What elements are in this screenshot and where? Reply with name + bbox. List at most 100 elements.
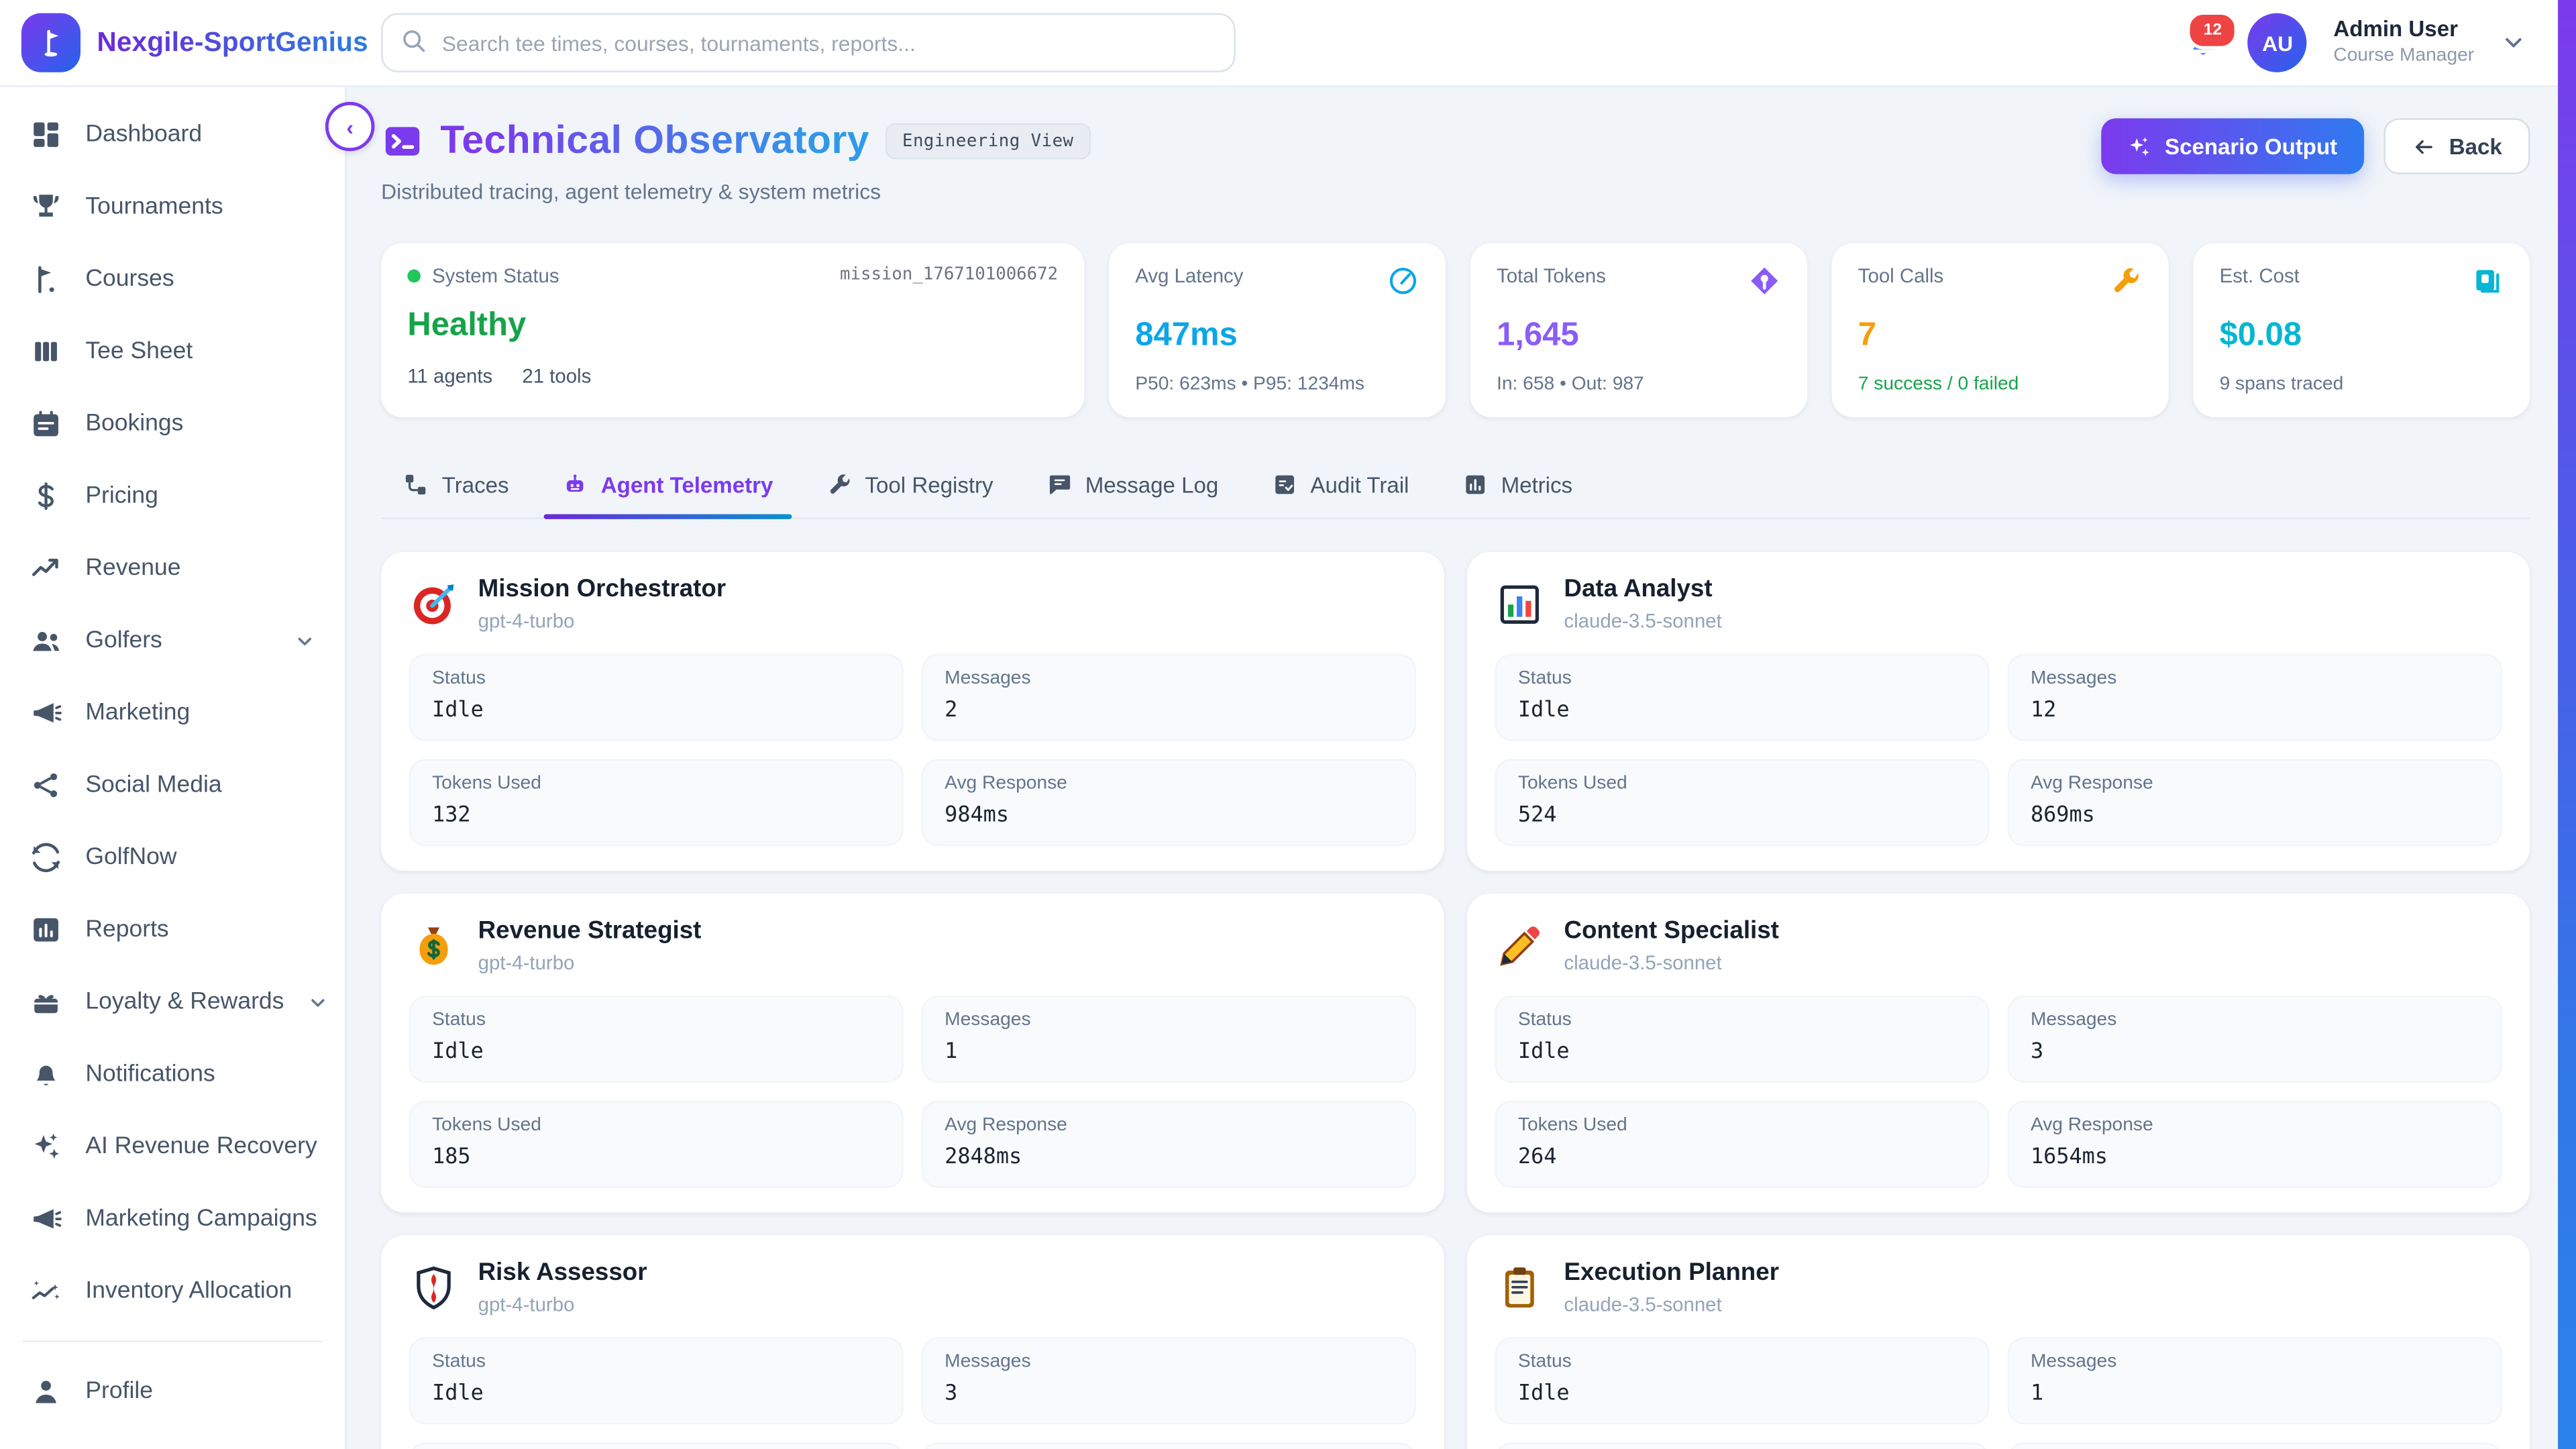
sidebar-collapse-button[interactable]: ‹ [325,102,374,151]
sidebar-item-revenue[interactable]: Revenue [0,532,345,604]
stat-value: 1 [945,1040,1393,1065]
sidebar-item-social-media[interactable]: Social Media [0,749,345,822]
stat-label: Status [432,1352,881,1372]
tab-label: Metrics [1501,472,1573,497]
sidebar-item-bookings[interactable]: Bookings [0,388,345,460]
agent-tokens-used: Tokens Used524 [1495,759,1990,846]
status-card-value: Healthy [407,307,1058,345]
agent-card-content-specialist: Content Specialistclaude-3.5-sonnetStatu… [1467,894,2530,1212]
terminal-icon [381,120,424,163]
stat-value: Idle [1518,1382,1967,1407]
agent-status: StatusIdle [1495,996,1990,1083]
sidebar-item-courses[interactable]: Courses [0,243,345,315]
status-card-label: Est. Cost [2220,264,2300,287]
tab-label: Agent Telemetry [601,472,773,497]
tab-traces[interactable]: Traces [381,457,530,518]
stat-value: 185 [432,1145,881,1170]
agent-messages: Messages1 [2008,1337,2502,1424]
stat-value: 869ms [2031,804,2479,828]
sidebar-item-tee-sheet[interactable]: Tee Sheet [0,315,345,388]
shield-icon [409,1263,458,1311]
chevron-down-icon [294,630,315,651]
sidebar-item-inventory-allocation[interactable]: Inventory Allocation [0,1255,345,1328]
brand[interactable]: Nexgile-SportGenius [0,13,345,72]
tab-label: Traces [442,472,509,497]
sidebar-item-loyalty-rewards[interactable]: Loyalty & Rewards [0,966,345,1038]
sidebar-item-reports[interactable]: Reports [0,894,345,966]
megaphone-icon [30,1203,62,1236]
brand-name: Nexgile-SportGenius [97,27,368,58]
status-card-label: Total Tokens [1497,264,1606,287]
grid-icon [30,118,62,151]
stat-value: 2848ms [945,1145,1393,1170]
sidebar-item-label: AI Revenue Recovery [85,1134,317,1160]
tab-audit-trail[interactable]: Audit Trail [1250,457,1430,518]
stat-label: Avg Response [945,773,1393,793]
sidebar-item-dashboard[interactable]: Dashboard [0,99,345,171]
sidebar-item-tournaments[interactable]: Tournaments [0,171,345,244]
agent-tokens-used: Tokens Used349 [409,1442,904,1449]
golf-flag-icon [30,263,62,296]
agent-name: Content Specialist [1564,917,1778,947]
status-card-label: Avg Latency [1135,264,1243,287]
tab-agent-telemetry[interactable]: Agent Telemetry [540,457,794,518]
sidebar-item-profile[interactable]: Profile [0,1355,345,1428]
user-name: Admin User [2333,17,2474,44]
sidebar-item-label: Revenue [85,555,180,582]
stat-label: Messages [945,1352,1393,1372]
stat-value: 984ms [945,804,1393,828]
stat-label: Messages [2031,1010,2479,1030]
stat-value: 3 [945,1382,1393,1407]
sidebar-item-label: Profile [85,1379,153,1405]
megaphone-icon [30,696,62,729]
sidebar-item-golfnow[interactable]: GolfNow [0,821,345,894]
back-button[interactable]: Back [2383,118,2530,174]
tab-tool-registry[interactable]: Tool Registry [804,457,1015,518]
agent-model: gpt-4-turbo [478,610,726,633]
share-icon [30,769,62,802]
stat-label: Messages [2031,1352,2479,1372]
stat-label: Tokens Used [1518,773,1967,793]
stat-label: Tokens Used [432,1116,881,1135]
sidebar-item-marketing[interactable]: Marketing [0,677,345,749]
tab-metrics[interactable]: Metrics [1440,457,1594,518]
sidebar-item-golfers[interactable]: Golfers [0,604,345,677]
sidebar-item-ai-revenue-recovery[interactable]: AI Revenue Recovery [0,1111,345,1183]
sidebar-item-label: Notifications [85,1061,215,1087]
agent-status: StatusIdle [1495,1337,1990,1424]
tab-label: Audit Trail [1310,472,1409,497]
stat-value: 132 [432,804,881,828]
search-input[interactable] [381,13,1235,72]
tab-message-log[interactable]: Message Log [1024,457,1240,518]
sidebar-item-notifications[interactable]: Notifications [0,1038,345,1111]
stat-value: Idle [432,1382,881,1407]
avatar[interactable]: AU [2248,13,2307,72]
chevron-down-icon[interactable] [2500,30,2526,56]
sidebar-item-pricing[interactable]: Pricing [0,460,345,533]
stat-label: Tokens Used [432,773,881,793]
page-scrollbar[interactable] [2558,0,2576,1449]
writing-icon [1495,921,1544,970]
user-info[interactable]: Admin User Course Manager [2333,17,2474,68]
scenario-output-button[interactable]: Scenario Output [2101,118,2364,174]
notifications-bell-icon[interactable]: 12 [2186,25,2222,61]
agent-name: Revenue Strategist [478,917,702,947]
agent-avg-response: Avg Response3088ms [922,1442,1416,1449]
agent-card-execution-planner: Execution Plannerclaude-3.5-sonnetStatus… [1467,1236,2530,1449]
stat-label: Status [1518,1010,1967,1030]
sidebar-item-marketing-campaigns[interactable]: Marketing Campaigns [0,1183,345,1255]
sidebar-item-label: Marketing [85,700,190,726]
stat-label: Messages [2031,669,2479,688]
main-content: Technical Observatory Engineering View D… [345,85,2576,1449]
agent-tokens-used: Tokens Used264 [1495,1101,1990,1188]
stat-label: Status [432,1010,881,1030]
sync-icon [30,841,62,874]
status-card-footer: 9 spans traced [2220,374,2504,394]
stat-value: 264 [1518,1145,1967,1170]
status-card-value: 847ms [1135,317,1419,355]
search-icon [399,26,427,54]
money-bag-icon [409,921,458,970]
stat-value: Idle [432,1040,881,1065]
status-card-footer: 11 agents21 tools [407,365,1058,388]
dollar-icon [30,480,62,513]
